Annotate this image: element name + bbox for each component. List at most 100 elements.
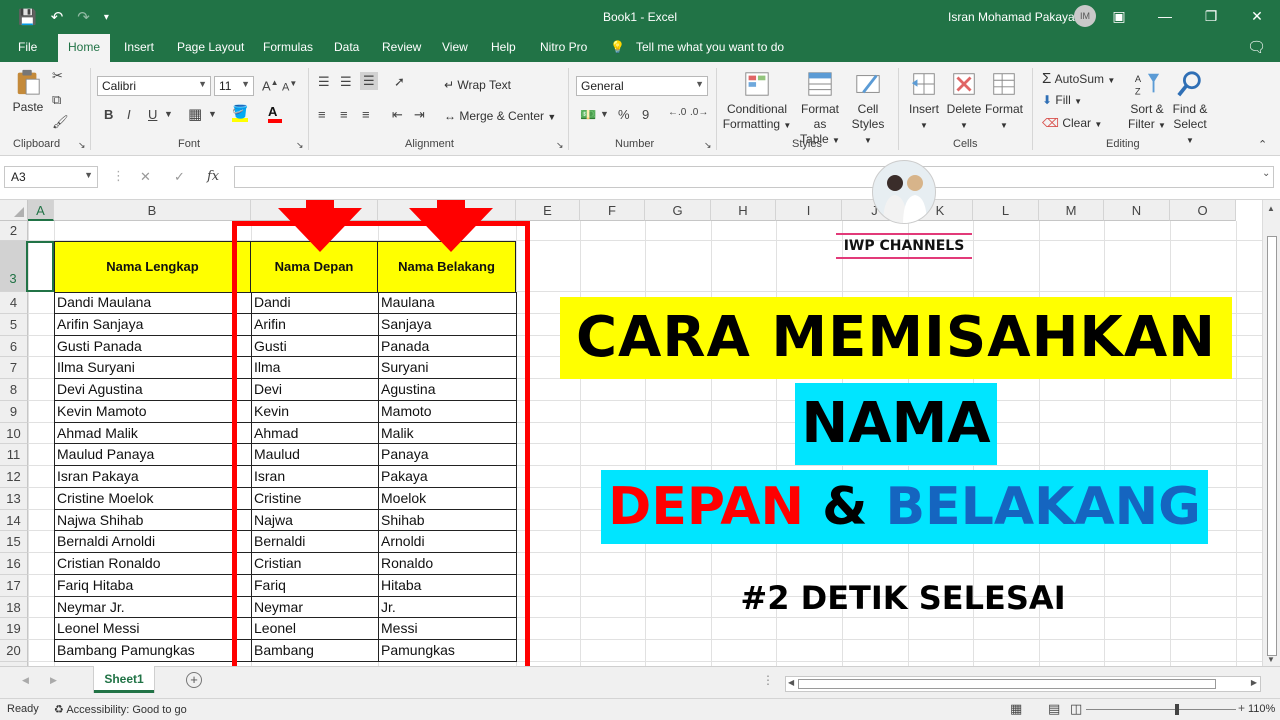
insert-cells-button[interactable]: Insert ▼ — [904, 70, 944, 133]
table-header-cell[interactable]: Nama Lengkap — [54, 241, 251, 293]
table-cell[interactable]: Maulud Panaya — [54, 444, 251, 466]
horizontal-scrollbar[interactable]: ◀ ▶ — [785, 676, 1261, 692]
column-header-m[interactable]: M — [1039, 200, 1104, 221]
vertical-scroll-thumb[interactable] — [1267, 236, 1277, 656]
scroll-up-icon[interactable]: ▲ — [1267, 204, 1275, 213]
table-cell[interactable]: Leonel Messi — [54, 618, 251, 640]
font-name-select[interactable]: Calibri ▼ — [97, 76, 211, 96]
tab-file[interactable]: File — [18, 40, 37, 54]
tab-help[interactable]: Help — [491, 40, 516, 54]
number-launcher-icon[interactable]: ↘ — [704, 140, 712, 151]
table-cell[interactable]: Devi Agustina — [54, 379, 251, 401]
insert-function-icon[interactable]: fx — [207, 169, 219, 184]
column-header-n[interactable]: N — [1104, 200, 1170, 221]
merge-center-button[interactable]: ↔ Merge & Center ▼ — [444, 109, 556, 123]
chevron-down-icon[interactable]: ▼ — [208, 109, 217, 119]
normal-view-icon[interactable]: ▦ — [1010, 701, 1022, 717]
cancel-entry-icon[interactable]: ✕ — [140, 169, 151, 185]
ribbon-display-icon[interactable]: ▣ — [1096, 0, 1142, 34]
column-header-b[interactable]: B — [54, 200, 251, 221]
format-painter-icon[interactable]: 🖌 — [52, 114, 69, 130]
row-header-17[interactable]: 17 — [0, 574, 28, 597]
comments-icon[interactable]: 🗨 — [1247, 38, 1266, 56]
percent-button[interactable]: % — [618, 107, 630, 122]
maximize-icon[interactable]: ❐ — [1188, 0, 1234, 34]
avatar[interactable]: IM — [1074, 5, 1096, 27]
row-header-15[interactable]: 15 — [0, 531, 28, 553]
row-header-8[interactable]: 8 — [0, 379, 28, 401]
table-cell[interactable]: Gusti Panada — [54, 335, 251, 358]
row-header-7[interactable]: 7 — [0, 357, 28, 379]
sort-filter-button[interactable]: AZ Sort & Filter ▼ — [1126, 70, 1168, 133]
next-sheet-icon[interactable]: ▶ — [50, 675, 57, 686]
column-header-g[interactable]: G — [645, 200, 711, 221]
align-right-icon[interactable]: ≡ — [362, 107, 370, 122]
row-header-9[interactable]: 9 — [0, 400, 28, 423]
tab-formulas[interactable]: Formulas — [263, 40, 313, 54]
row-header-10[interactable]: 10 — [0, 422, 28, 445]
table-cell[interactable]: Ahmad Malik — [54, 422, 251, 445]
row-header-2[interactable]: 2 — [0, 221, 28, 241]
tab-insert[interactable]: Insert — [124, 40, 154, 54]
tell-me-search[interactable]: Tell me what you want to do — [636, 40, 784, 54]
enter-entry-icon[interactable]: ✓ — [174, 169, 185, 185]
row-header-18[interactable]: 18 — [0, 596, 28, 619]
increase-font-icon[interactable]: A▲ — [262, 78, 279, 93]
scroll-left-icon[interactable]: ◀ — [788, 678, 794, 687]
row-header-20[interactable]: 20 — [0, 640, 28, 662]
name-box[interactable]: A3 ▼ — [4, 166, 98, 188]
font-color-icon[interactable]: A — [268, 104, 282, 123]
tab-nitro-pro[interactable]: Nitro Pro — [540, 40, 587, 54]
clipboard-launcher-icon[interactable]: ↘ — [78, 140, 86, 151]
underline-button[interactable]: U — [148, 107, 157, 122]
row-header-14[interactable]: 14 — [0, 509, 28, 532]
align-top-icon[interactable]: ☰ — [318, 74, 330, 90]
delete-cells-button[interactable]: Delete ▼ — [944, 70, 984, 133]
row-header-4[interactable]: 4 — [0, 292, 28, 314]
select-all-button[interactable] — [0, 200, 28, 221]
vertical-scrollbar[interactable]: ▲ ▼ — [1262, 200, 1280, 666]
row-header-3[interactable]: 3 — [0, 241, 28, 292]
column-header-l[interactable]: L — [973, 200, 1039, 221]
alignment-launcher-icon[interactable]: ↘ — [556, 140, 564, 151]
tab-review[interactable]: Review — [382, 40, 421, 54]
table-cell[interactable]: Fariq Hitaba — [54, 574, 251, 597]
table-cell[interactable]: Kevin Mamoto — [54, 400, 251, 423]
column-header-e[interactable]: E — [516, 200, 580, 221]
add-sheet-icon[interactable]: + — [186, 672, 202, 688]
accounting-format-icon[interactable]: 💵 — [580, 107, 596, 123]
chevron-down-icon[interactable]: ▼ — [600, 109, 609, 119]
table-cell[interactable]: Cristine Moelok — [54, 487, 251, 510]
tab-page-layout[interactable]: Page Layout — [177, 40, 244, 54]
wrap-text-button[interactable]: ↵ Wrap Text — [444, 78, 511, 92]
row-header-11[interactable]: 11 — [0, 444, 28, 466]
tab-data[interactable]: Data — [334, 40, 359, 54]
paste-button[interactable]: Paste — [8, 68, 48, 115]
find-select-button[interactable]: Find & Select ▼ — [1168, 70, 1212, 148]
align-left-icon[interactable]: ≡ — [318, 107, 326, 122]
bold-button[interactable]: B — [104, 107, 113, 122]
orientation-icon[interactable]: ➚ — [394, 74, 405, 90]
copy-icon[interactable]: ⧉ — [52, 92, 61, 108]
font-launcher-icon[interactable]: ↘ — [296, 140, 304, 151]
column-header-i[interactable]: I — [776, 200, 842, 221]
minimize-icon[interactable]: — — [1142, 0, 1188, 34]
scroll-down-icon[interactable]: ▼ — [1267, 655, 1275, 664]
zoom-in-icon[interactable]: + — [1238, 701, 1245, 715]
table-cell[interactable]: Neymar Jr. — [54, 596, 251, 619]
row-header-5[interactable]: 5 — [0, 313, 28, 336]
page-break-view-icon[interactable]: ◫ — [1070, 701, 1082, 717]
row-header-12[interactable]: 12 — [0, 466, 28, 488]
table-cell[interactable]: Najwa Shihab — [54, 509, 251, 532]
clear-button[interactable]: ⌫ Clear ▼ — [1042, 116, 1102, 130]
close-icon[interactable]: ✕ — [1234, 0, 1280, 34]
comma-style-button[interactable]: 9 — [642, 107, 649, 122]
align-middle-icon[interactable]: ☰ — [340, 74, 352, 90]
decrease-decimal-icon[interactable]: .0→ — [690, 107, 708, 118]
zoom-slider[interactable] — [1086, 704, 1236, 715]
horizontal-scroll-thumb[interactable] — [798, 679, 1216, 689]
borders-icon[interactable]: ▦ — [188, 105, 202, 123]
tab-view[interactable]: View — [442, 40, 468, 54]
column-header-o[interactable]: O — [1170, 200, 1236, 221]
collapse-ribbon-icon[interactable]: ⌃ — [1258, 138, 1267, 151]
